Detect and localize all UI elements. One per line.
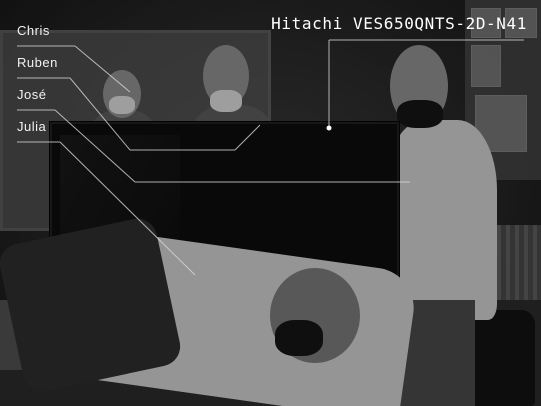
callout-dot-tv (326, 125, 332, 131)
name-label-ruben: Ruben (17, 55, 58, 70)
name-label-julia: Julia (17, 119, 47, 134)
name-label-chris: Chris (17, 23, 50, 38)
tv-model-label: Hitachi VES650QNTS-2D-N41 (271, 14, 527, 33)
name-label-jose: José (17, 87, 47, 102)
callout-line-ruben (234, 124, 261, 151)
callout-line-chris (74, 45, 131, 93)
callout-lines (17, 39, 524, 276)
callout-line-jose (54, 109, 136, 183)
callout-line-ruben (69, 77, 131, 151)
callout-line-julia (59, 141, 196, 276)
photo-stage: Hitachi VES650QNTS-2D-N41 Chris Ruben Jo… (0, 0, 541, 406)
